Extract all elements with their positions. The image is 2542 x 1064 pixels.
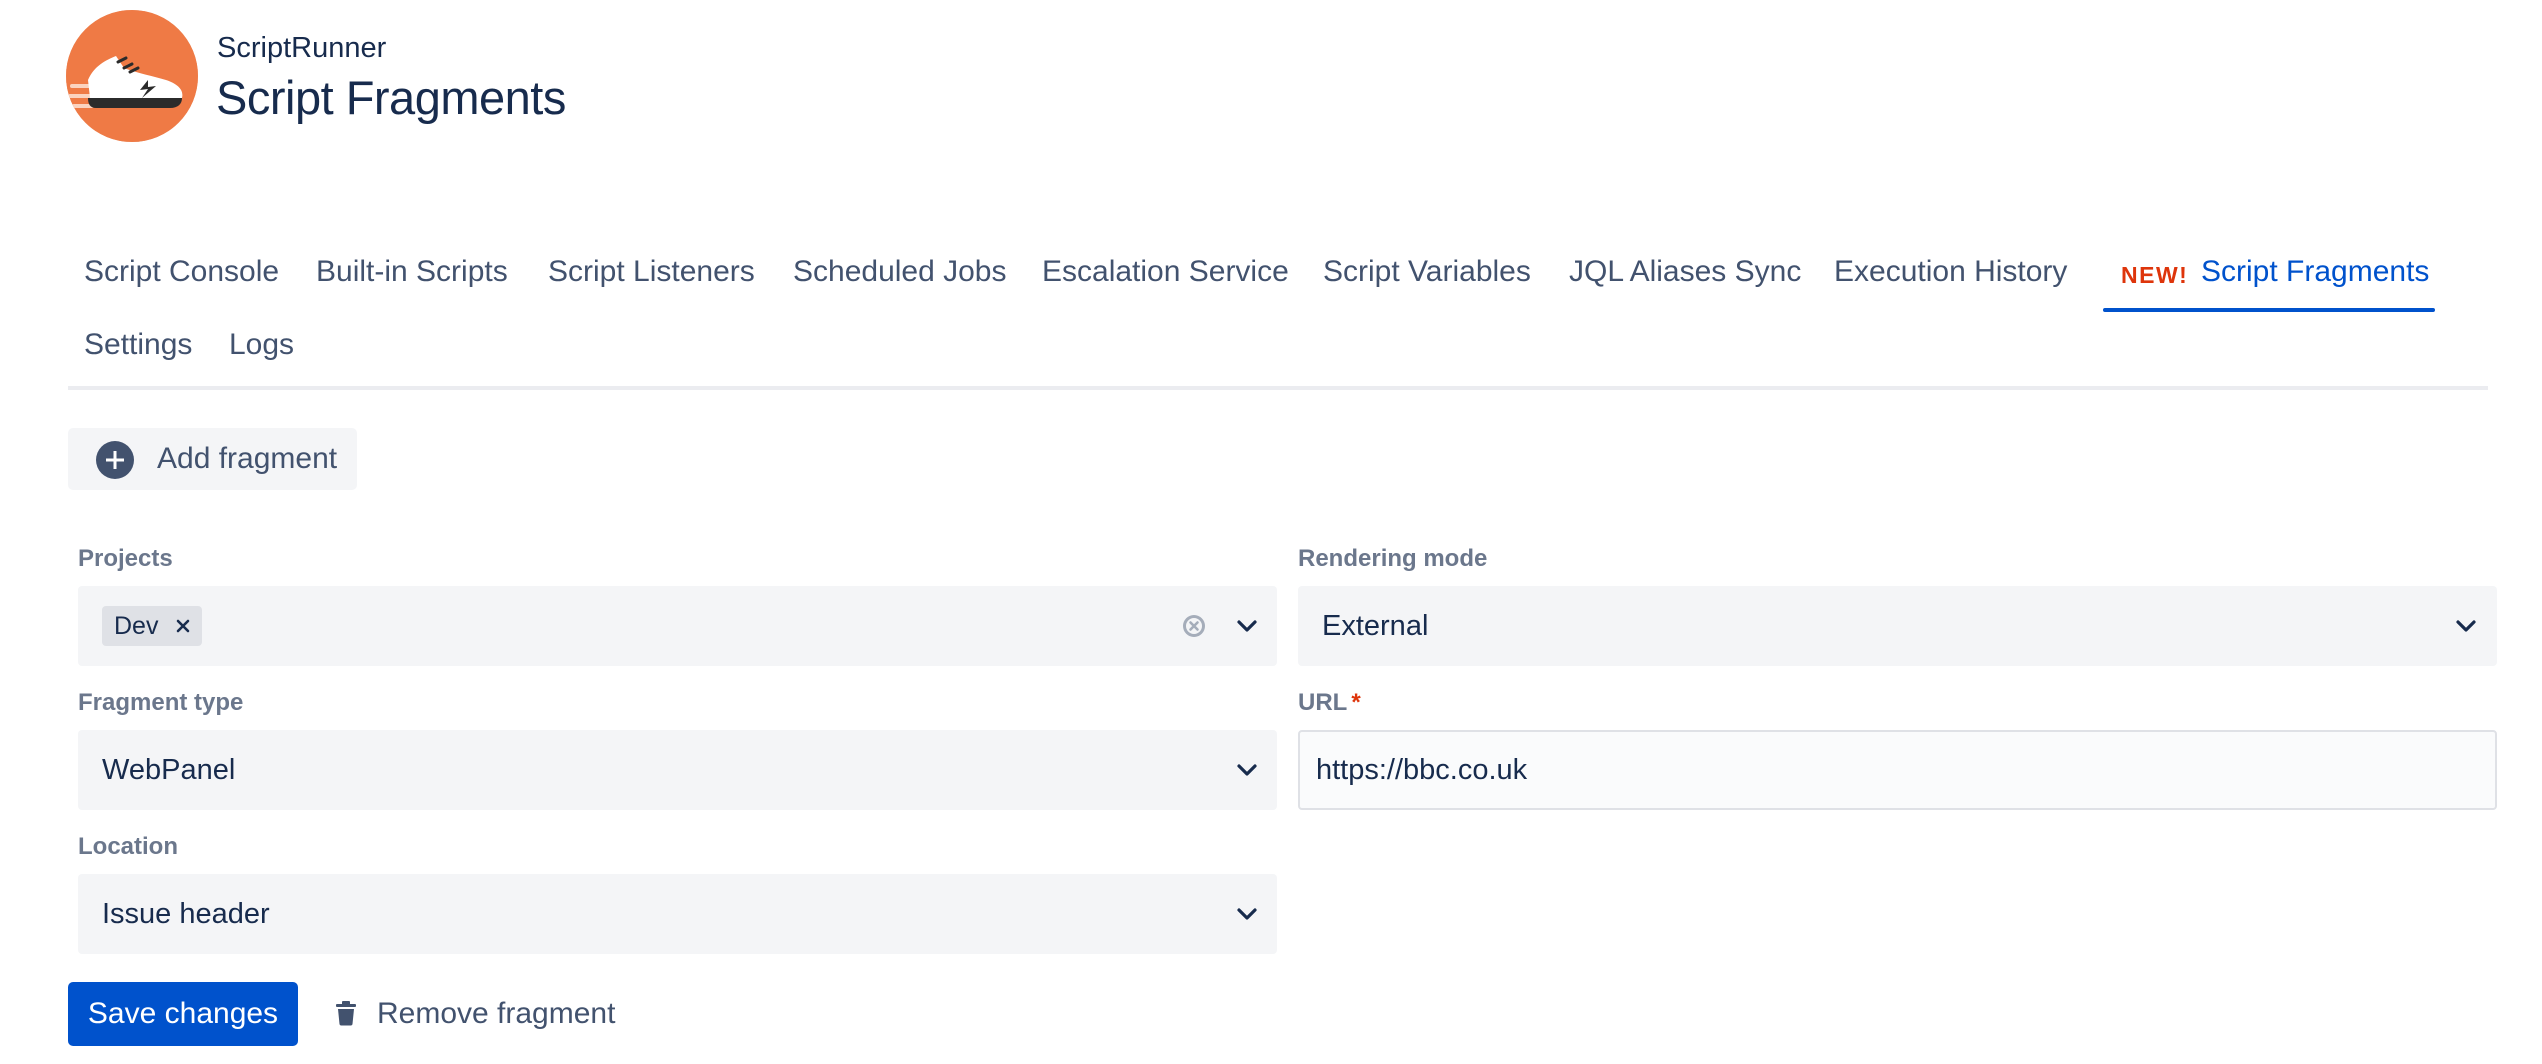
chevron-down-icon[interactable] <box>1234 901 1260 927</box>
tab-script-listeners[interactable]: Script Listeners <box>548 252 755 292</box>
location-label: Location <box>78 833 178 860</box>
tab-jql-aliases-sync[interactable]: JQL Aliases Sync <box>1569 252 1801 292</box>
chevron-down-icon[interactable] <box>1234 613 1260 639</box>
clear-selection-icon[interactable] <box>1181 613 1207 639</box>
rendering-mode-label: Rendering mode <box>1298 545 1488 572</box>
tab-scheduled-jobs[interactable]: Scheduled Jobs <box>793 252 1007 292</box>
rendering-mode-select[interactable]: External <box>1298 586 2497 666</box>
projects-select[interactable]: Dev <box>78 586 1277 666</box>
chevron-down-icon[interactable] <box>1234 757 1260 783</box>
url-label-text: URL <box>1298 689 1348 716</box>
projects-label: Projects <box>78 545 173 572</box>
url-label: URL * <box>1298 688 1361 718</box>
trash-icon <box>334 1000 358 1026</box>
fragment-type-label: Fragment type <box>78 689 244 716</box>
page-title: Script Fragments <box>216 71 566 124</box>
add-fragment-label: Add fragment <box>157 442 338 475</box>
required-marker: * <box>1351 689 1361 716</box>
tab-execution-history[interactable]: Execution History <box>1834 252 2067 292</box>
project-tag-label: Dev <box>114 612 159 640</box>
tab-built-in-scripts[interactable]: Built-in Scripts <box>316 252 508 292</box>
url-value: https://bbc.co.uk <box>1316 754 1528 786</box>
tab-escalation-service[interactable]: Escalation Service <box>1042 252 1289 292</box>
remove-fragment-label: Remove fragment <box>377 997 616 1030</box>
tab-logs[interactable]: Logs <box>229 325 294 365</box>
url-input[interactable]: https://bbc.co.uk <box>1298 730 2497 810</box>
app-name: ScriptRunner <box>217 32 387 64</box>
running-shoe-icon <box>66 10 198 142</box>
project-tag-dev: Dev <box>102 606 203 646</box>
save-changes-button[interactable]: Save changes <box>68 982 298 1046</box>
add-circle-icon <box>96 441 134 479</box>
scriptrunner-logo <box>66 10 198 142</box>
tag-remove-icon[interactable] <box>170 606 198 646</box>
rendering-mode-value: External <box>1322 610 1429 642</box>
tab-settings[interactable]: Settings <box>84 325 192 365</box>
active-tab-indicator <box>2103 308 2435 312</box>
fragment-type-value: WebPanel <box>102 754 236 786</box>
new-badge: NEW! <box>2121 262 2189 288</box>
tab-script-fragments[interactable]: Script Fragments <box>2201 252 2429 292</box>
location-value: Issue header <box>102 898 270 930</box>
location-select[interactable]: Issue header <box>78 874 1277 954</box>
chevron-down-icon[interactable] <box>2453 613 2479 639</box>
tab-bar: Script Console Built-in Scripts Script L… <box>68 240 2488 390</box>
add-fragment-button[interactable]: Add fragment <box>68 428 357 490</box>
tab-script-console[interactable]: Script Console <box>84 252 279 292</box>
fragment-type-select[interactable]: WebPanel <box>78 730 1277 810</box>
tab-script-variables[interactable]: Script Variables <box>1323 252 1531 292</box>
